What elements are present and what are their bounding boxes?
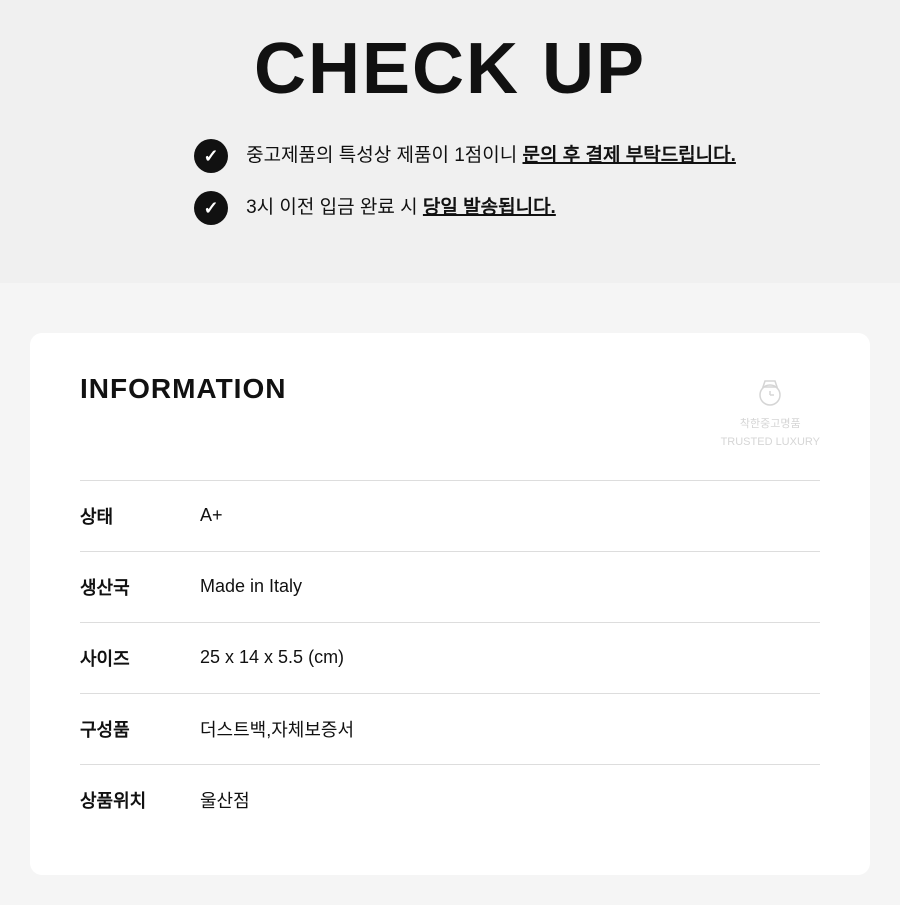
info-title: INFORMATION xyxy=(80,373,286,405)
info-value-2: 25 x 14 x 5.5 (cm) xyxy=(200,647,344,668)
main-title: CHECK UP xyxy=(20,30,880,109)
info-card: INFORMATION 착한중고명품 TRUSTED LUXURY 상태A+생산… xyxy=(30,333,870,875)
check-text-before-1: 중고제품의 특성상 제품이 1점이니 xyxy=(246,145,522,166)
info-row: 구성품더스트백,자체보증서 xyxy=(80,693,820,764)
info-rows-container: 상태A+생산국Made in Italy사이즈25 x 14 x 5.5 (cm… xyxy=(80,480,820,835)
info-row: 사이즈25 x 14 x 5.5 (cm) xyxy=(80,622,820,693)
info-label-2: 사이즈 xyxy=(80,645,200,671)
info-label-4: 상품위치 xyxy=(80,787,200,813)
check-text-1: 중고제품의 특성상 제품이 1점이니 문의 후 결제 부탁드립니다. xyxy=(246,143,736,170)
header-section: CHECK UP 중고제품의 특성상 제품이 1점이니 문의 후 결제 부탁드립… xyxy=(0,0,900,283)
check-text-highlight-2: 당일 발송됩니다. xyxy=(423,197,556,218)
check-icon-1 xyxy=(194,139,228,173)
info-row: 상품위치울산점 xyxy=(80,764,820,835)
info-label-1: 생산국 xyxy=(80,574,200,600)
watermark-text-line2: TRUSTED LUXURY xyxy=(721,435,820,449)
info-value-1: Made in Italy xyxy=(200,576,302,597)
info-value-4: 울산점 xyxy=(200,787,250,813)
content-area: INFORMATION 착한중고명품 TRUSTED LUXURY 상태A+생산… xyxy=(0,283,900,905)
info-row: 상태A+ xyxy=(80,480,820,551)
check-icon-2 xyxy=(194,191,228,225)
watermark: 착한중고명품 TRUSTED LUXURY xyxy=(721,373,820,450)
info-label-0: 상태 xyxy=(80,503,200,529)
check-item-2: 3시 이전 입금 완료 시 당일 발송됩니다. xyxy=(194,191,736,225)
check-text-before-2: 3시 이전 입금 완료 시 xyxy=(246,197,423,218)
watermark-text-line1: 착한중고명품 xyxy=(740,417,801,431)
check-text-2: 3시 이전 입금 완료 시 당일 발송됩니다. xyxy=(246,195,556,222)
info-value-0: A+ xyxy=(200,505,223,526)
info-label-3: 구성품 xyxy=(80,716,200,742)
watermark-icon xyxy=(750,373,790,413)
check-text-highlight-1: 문의 후 결제 부탁드립니다. xyxy=(523,145,736,166)
info-header: INFORMATION 착한중고명품 TRUSTED LUXURY xyxy=(80,373,820,450)
info-row: 생산국Made in Italy xyxy=(80,551,820,622)
check-item-1: 중고제품의 특성상 제품이 1점이니 문의 후 결제 부탁드립니다. xyxy=(194,139,736,173)
info-value-3: 더스트백,자체보증서 xyxy=(200,716,354,742)
check-items-list: 중고제품의 특성상 제품이 1점이니 문의 후 결제 부탁드립니다. 3시 이전… xyxy=(194,139,736,243)
